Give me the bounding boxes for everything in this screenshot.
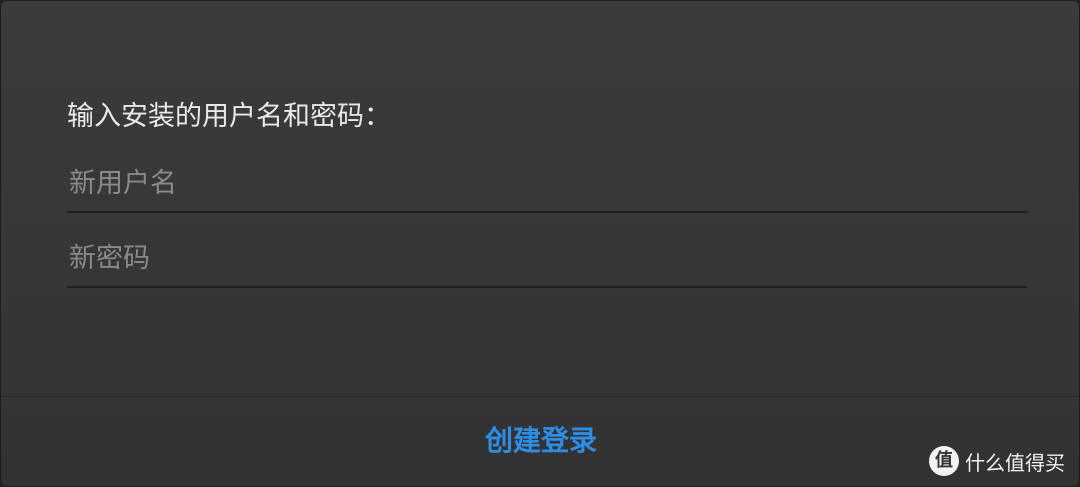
watermark-logo-glyph: 值 [935,450,953,471]
dialog-prompt: 输入安装的用户名和密码： [67,101,391,132]
create-login-button[interactable]: 创建登录 [475,415,607,463]
watermark-logo-icon: 值 [929,446,959,476]
dialog-footer: 创建登录 [1,397,1079,486]
password-field[interactable] [67,230,1027,288]
password-input[interactable] [67,230,1027,286]
watermark-text: 什么值得买 [965,450,1065,475]
username-field[interactable] [67,155,1027,213]
username-input[interactable] [67,155,1027,211]
watermark: 值 什么值得买 [929,446,1065,476]
login-dialog: 输入安装的用户名和密码： 创建登录 值 什么值得买 [0,0,1080,487]
